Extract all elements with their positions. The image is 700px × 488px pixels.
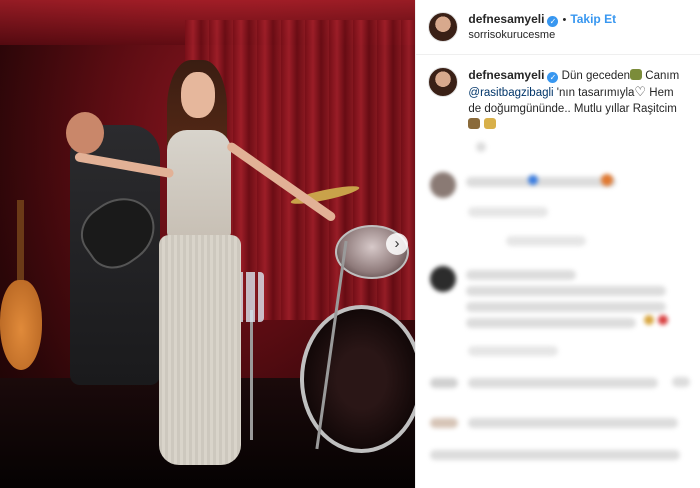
follow-button[interactable]: Takip Et: [570, 12, 616, 26]
heart-outline-icon: ♡: [634, 84, 647, 99]
emoji-icon: [630, 69, 643, 80]
acoustic-guitar-neck: [17, 200, 24, 290]
blurred-text: [430, 450, 681, 460]
blurred-emoji: [658, 315, 669, 325]
post-photo[interactable]: ›: [0, 0, 416, 488]
blurred-avatar: [430, 266, 457, 292]
post-caption: defnesamyeli ✓ Dün geceden Canım @rasitba…: [416, 55, 700, 137]
singer-outfit-pants: [159, 235, 241, 465]
chevron-right-icon[interactable]: ›: [386, 233, 408, 255]
blurred-avatar: [430, 172, 457, 198]
caption-avatar[interactable]: [428, 67, 459, 97]
singer: [145, 60, 255, 480]
header-username[interactable]: defnesamyeli: [468, 12, 544, 26]
blurred-text: [466, 177, 617, 187]
blurred-emoji: [644, 315, 655, 325]
caption-text: defnesamyeli ✓ Dün geceden Canım @rasitba…: [468, 67, 688, 133]
verified-badge-icon: ✓: [547, 16, 559, 27]
cake-emoji-icon: [468, 118, 481, 129]
blurred-text: [466, 270, 577, 280]
blurred-text: [466, 302, 667, 312]
singer-outfit-top: [167, 130, 231, 240]
mention-link[interactable]: @rasitbagzibagli: [468, 87, 553, 99]
blurred-avatar: [430, 418, 459, 428]
blurred-text: [468, 378, 659, 388]
blurred-meta: [468, 346, 559, 356]
blurred-icon: [672, 377, 691, 387]
caption-part2: Canım: [642, 70, 680, 82]
caption-username[interactable]: defnesamyeli: [468, 68, 544, 82]
blurred-avatar: [430, 378, 459, 388]
instagram-post: › defnesamyeli ✓ • Takip Et sorrisokurucesm…: [0, 0, 700, 488]
cheers-emoji-icon: [483, 118, 496, 129]
avatar[interactable]: [428, 12, 459, 42]
blurred-text: [468, 418, 679, 428]
caption-part1: Dün geceden: [561, 70, 631, 82]
singer-face: [181, 72, 215, 118]
post-side-panel: defnesamyeli ✓ • Takip Et sorrisokurucesme …: [415, 0, 700, 488]
blurred-meta: [468, 207, 549, 217]
blurred-text: [466, 318, 637, 328]
guitarist-head: [66, 112, 104, 154]
blurred-text: [466, 286, 667, 296]
location-link[interactable]: sorrisokurucesme: [468, 28, 616, 43]
separator: •: [562, 14, 567, 26]
caption-part3: 'nın tasarımıyla: [553, 87, 635, 99]
header-text: defnesamyeli ✓ • Takip Et sorrisokurucesme: [468, 11, 616, 43]
verified-badge-icon: ✓: [547, 72, 559, 83]
post-header: defnesamyeli ✓ • Takip Et sorrisokurucesme: [416, 0, 700, 55]
blurred-text: [476, 142, 487, 152]
blurred-view-replies: [506, 236, 587, 246]
acoustic-guitar: [0, 280, 42, 370]
